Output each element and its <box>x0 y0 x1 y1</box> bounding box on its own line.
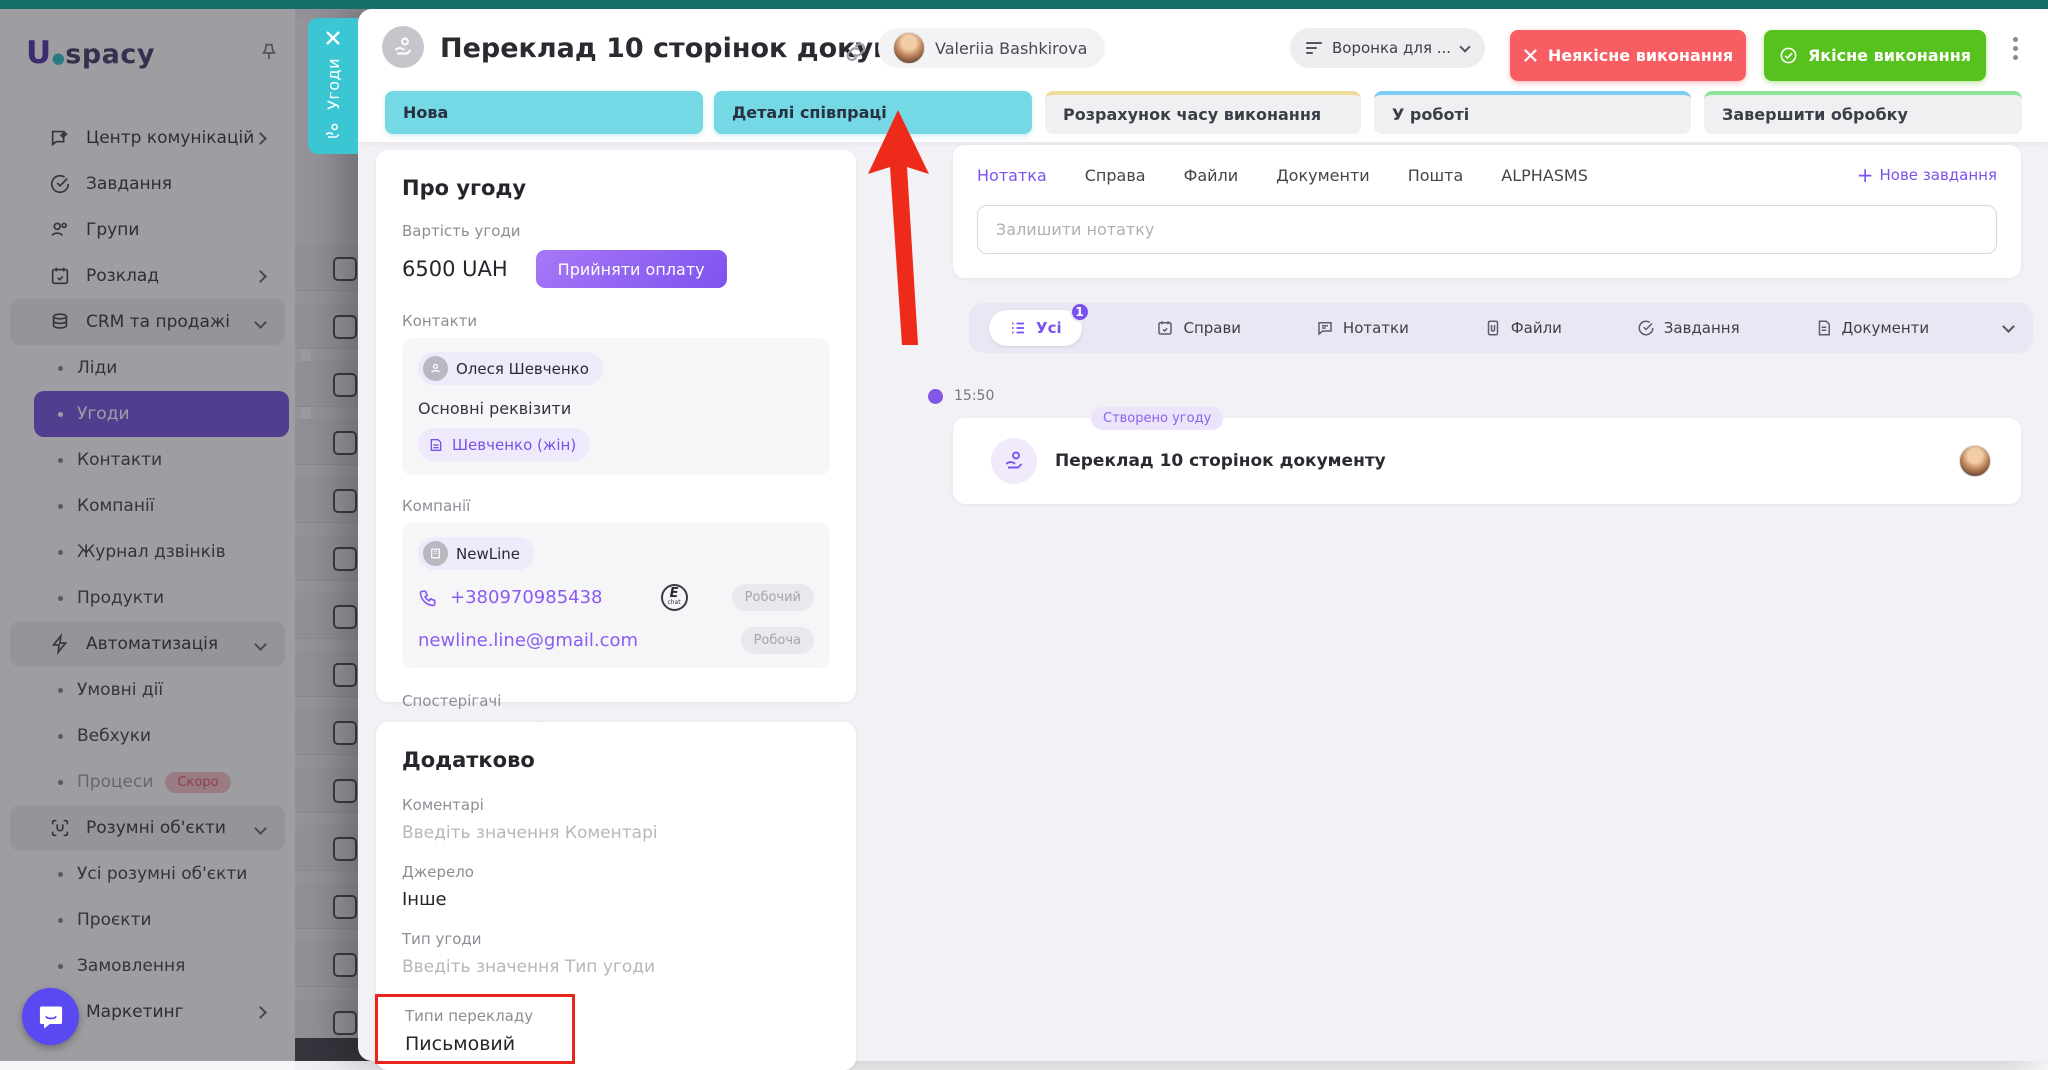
stage-cooperation-details[interactable]: Деталі співпраці <box>714 91 1032 134</box>
success-button[interactable]: Якісне виконання <box>1764 30 1986 81</box>
list-icon <box>1012 322 1024 334</box>
assignee-chip[interactable]: Valeriia Bashkirova <box>878 28 1106 68</box>
funnel-select[interactable]: Воронка для ... <box>1290 28 1486 68</box>
activity-card: Нотатка Справа Файли Документи Пошта ALP… <box>953 145 2021 278</box>
stage-in-progress[interactable]: У роботі <box>1374 91 1691 134</box>
building-icon <box>423 541 448 566</box>
tab-documents[interactable]: Документи <box>1276 166 1370 185</box>
activity-tabs: Нотатка Справа Файли Документи Пошта ALP… <box>977 163 1997 187</box>
requisite-chip[interactable]: Шевченко (жін) <box>418 428 591 461</box>
company-chip[interactable]: NewLine <box>418 537 534 570</box>
assignee-name: Valeriia Bashkirova <box>935 38 1088 58</box>
chat-bubble-icon <box>39 1006 62 1029</box>
translation-type-label: Типи перекладу <box>405 1007 534 1025</box>
company-phone[interactable]: +380970985438 <box>450 587 603 608</box>
filter-all[interactable]: Усі 1 <box>989 302 1090 346</box>
amount-value: 6500 UAH <box>402 257 508 281</box>
email-type-tag: Робоча <box>740 627 814 654</box>
top-accent-bar <box>0 0 2048 9</box>
companies-label: Компанії <box>402 497 471 515</box>
stage-time-estimate[interactable]: Розрахунок часу виконання <box>1045 91 1361 134</box>
tab-case[interactable]: Справа <box>1085 166 1146 185</box>
amount-label: Вартість угоди <box>402 222 521 240</box>
requisites-label: Основні реквізити <box>418 399 572 418</box>
deal-modal: Переклад 10 сторінок документу Valeriia … <box>358 9 2048 1070</box>
chat-widget-button[interactable] <box>22 988 79 1045</box>
source-value[interactable]: Інше <box>402 889 830 910</box>
check-circle-icon <box>1780 47 1797 64</box>
echat-icon[interactable]: Echat <box>660 584 688 611</box>
deal-header: Переклад 10 сторінок документу Valeriia … <box>358 9 2048 142</box>
handshake-icon <box>394 37 412 55</box>
avatar <box>893 32 925 64</box>
person-icon <box>423 356 448 381</box>
document-icon <box>1818 320 1830 336</box>
phone-type-tag: Робочий <box>731 584 814 611</box>
timeline-event-card[interactable]: Створено угоду Переклад 10 сторінок доку… <box>953 407 2021 504</box>
note-input[interactable] <box>977 205 1997 254</box>
contact-group: Олеся Шевченко Основні реквізити Шевченк… <box>402 338 830 475</box>
company-email[interactable]: newline.line@gmail.com <box>418 630 638 651</box>
watchers-label: Спостерігачі <box>402 692 502 710</box>
timeline-time: 15:50 <box>954 388 995 404</box>
more-menu-icon[interactable] <box>2013 37 2019 60</box>
deal-avatar <box>382 26 424 68</box>
close-icon[interactable] <box>325 30 341 46</box>
company-group: NewLine +380970985438 Echat Робочий newl… <box>402 523 830 668</box>
document-icon <box>430 438 442 451</box>
tab-alphasms[interactable]: ALPHASMS <box>1501 166 1588 185</box>
annotation-highlight-box: Типи перекладу Письмовий <box>375 994 575 1064</box>
filter-cases[interactable]: Справи <box>1156 319 1241 337</box>
source-label: Джерело <box>402 863 474 881</box>
timeline-filter-bar: Усі 1 Справи Нотатки Файли Завдання Доку… <box>969 302 2033 353</box>
contacts-label: Контакти <box>402 312 478 330</box>
tab-note[interactable]: Нотатка <box>977 166 1047 185</box>
about-deal-card: Про угоду Вартість угоди 6500 UAH Прийня… <box>376 150 856 740</box>
additional-title: Додатково <box>402 748 535 772</box>
chevron-down-icon[interactable] <box>2002 319 2015 333</box>
event-title: Переклад 10 сторінок документу <box>1055 451 1386 471</box>
about-title: Про угоду <box>402 176 527 200</box>
accept-payment-button[interactable]: Прийняти оплату <box>535 250 727 288</box>
avatar <box>1959 445 1991 477</box>
phone-icon <box>419 590 436 606</box>
comments-placeholder[interactable]: Введіть значення Коментарі <box>402 823 830 843</box>
link-icon[interactable] <box>843 39 869 65</box>
calendar-icon <box>1158 321 1173 335</box>
note-icon <box>1318 322 1332 336</box>
contact-chip[interactable]: Олеся Шевченко <box>418 352 603 385</box>
timeline-dot <box>928 389 943 404</box>
count-badge: 1 <box>1069 302 1090 322</box>
comments-label: Коментарі <box>402 796 484 814</box>
filter-icon <box>1306 42 1322 54</box>
filter-notes[interactable]: Нотатки <box>1316 319 1409 337</box>
deals-tab-label: Угоди <box>323 58 343 110</box>
deal-event-icon <box>991 438 1037 484</box>
stage-finish-processing[interactable]: Завершити обробку <box>1704 91 2022 134</box>
filter-tasks[interactable]: Завдання <box>1637 319 1740 337</box>
tab-mail[interactable]: Пошта <box>1408 166 1464 185</box>
plus-icon: + <box>1856 163 1874 187</box>
event-badge: Створено угоду <box>1091 407 1224 430</box>
tab-files[interactable]: Файли <box>1184 166 1239 185</box>
deal-type-label: Тип угоди <box>402 930 482 948</box>
fail-button[interactable]: Неякісне виконання <box>1510 30 1746 81</box>
stage-new[interactable]: Нова <box>385 91 703 134</box>
file-clip-icon <box>1487 320 1498 336</box>
handshake-icon <box>325 123 340 138</box>
new-task-button[interactable]: + Нове завдання <box>1857 163 1997 187</box>
deals-slideover-tab[interactable]: Угоди <box>308 18 358 154</box>
handshake-icon <box>1005 451 1023 469</box>
additional-card: Додатково Коментарі Введіть значення Ком… <box>375 722 856 1070</box>
translation-type-value[interactable]: Письмовий <box>405 1033 572 1055</box>
filter-files[interactable]: Файли <box>1484 319 1562 337</box>
check-circle-icon <box>1638 320 1654 336</box>
chevron-down-icon <box>1459 40 1471 53</box>
deal-type-placeholder[interactable]: Введіть значення Тип угоди <box>402 957 830 977</box>
x-icon <box>1523 49 1537 62</box>
filter-documents[interactable]: Документи <box>1815 319 1929 337</box>
